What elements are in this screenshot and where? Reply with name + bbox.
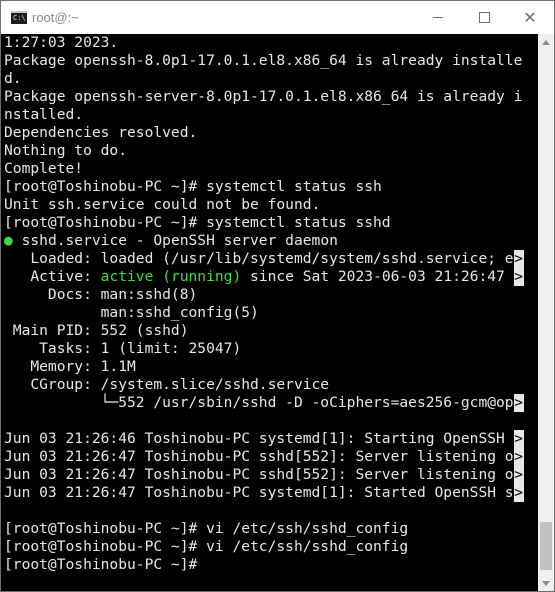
terminal-line: 1:27:03 2023. (4, 34, 119, 51)
loaded-line: Loaded: loaded (/usr/lib/systemd/system/… (4, 250, 514, 267)
process-line: └─552 /usr/sbin/sshd -D -oCiphers=aes256… (4, 394, 514, 411)
terminal-line: └─552 /usr/sbin/sshd -D -oCiphers=aes256… (4, 394, 524, 412)
log-line: Jun 03 21:26:46 Toshinobu-PC systemd[1]:… (4, 430, 514, 447)
terminal-line: man:sshd_config(5) (4, 304, 259, 321)
terminal-line: [root@Toshinobu-PC ~]# vi /etc/ssh/sshd_… (4, 520, 409, 537)
terminal-line: nstalled. (4, 106, 84, 123)
terminal-line: Tasks: 1 (limit: 25047) (4, 340, 242, 357)
truncation-marker: > (513, 268, 524, 286)
scrollbar-thumb[interactable] (540, 522, 552, 570)
terminal-line: Package openssh-8.0p1-17.0.1.el8.x86_64 … (4, 52, 523, 69)
active-status: active (running) (100, 268, 242, 285)
terminal-window: C:\ root@:~ ✕ 1:27:03 2023. Package open… (0, 0, 555, 592)
truncation-marker: > (513, 448, 524, 466)
truncation-marker: > (513, 430, 524, 448)
terminal-line: Jun 03 21:26:46 Toshinobu-PC systemd[1]:… (4, 430, 524, 448)
window-title: root@:~ (32, 10, 79, 25)
vertical-scrollbar[interactable] (538, 34, 554, 591)
active-label: Active: (4, 268, 101, 285)
terminal-line: Main PID: 552 (sshd) (4, 322, 189, 339)
terminal-line: Dependencies resolved. (4, 124, 198, 141)
terminal-line: [root@Toshinobu-PC ~]# systemctl status … (4, 214, 391, 231)
terminal-line: [root@Toshinobu-PC ~]# systemctl status … (4, 178, 382, 195)
truncation-marker: > (513, 484, 524, 502)
log-line: Jun 03 21:26:47 Toshinobu-PC systemd[1]:… (4, 484, 514, 501)
terminal-line: Package openssh-server-8.0p1-17.0.1.el8.… (4, 88, 523, 105)
log-line: Jun 03 21:26:47 Toshinobu-PC sshd[552]: … (4, 466, 514, 483)
terminal-line: Jun 03 21:26:47 Toshinobu-PC sshd[552]: … (4, 466, 524, 484)
truncation-marker: > (513, 250, 524, 268)
terminal-line: Jun 03 21:26:47 Toshinobu-PC systemd[1]:… (4, 484, 524, 502)
terminal-line: Docs: man:sshd(8) (4, 286, 198, 303)
maximize-icon (478, 12, 490, 23)
minimize-button[interactable] (415, 1, 461, 34)
scroll-down-button[interactable] (538, 575, 554, 591)
truncation-marker: > (513, 394, 524, 412)
terminal-line: Loaded: loaded (/usr/lib/systemd/system/… (4, 250, 524, 268)
terminal-line: Nothing to do. (4, 142, 128, 159)
service-heading: sshd.service - OpenSSH server daemon (12, 232, 338, 249)
close-button[interactable]: ✕ (507, 1, 553, 34)
terminal-line: Unit ssh.service could not be found. (4, 196, 321, 213)
terminal-line: CGroup: /system.slice/sshd.service (4, 376, 330, 393)
console-icon-label: C:\ (13, 14, 26, 22)
scroll-down-icon (542, 580, 550, 586)
truncation-marker: > (513, 466, 524, 484)
minimize-icon (433, 17, 443, 18)
scroll-up-button[interactable] (538, 34, 554, 50)
maximize-button[interactable] (461, 1, 507, 34)
terminal-line: Memory: 1.1M (4, 358, 136, 375)
terminal-line: d. (4, 70, 22, 87)
terminal-prompt[interactable]: [root@Toshinobu-PC ~]# (4, 556, 197, 574)
status-bullet-icon: ● (4, 232, 13, 249)
active-since: since Sat 2023-06-03 21:26:47 (241, 268, 514, 285)
terminal-line: Jun 03 21:26:47 Toshinobu-PC sshd[552]: … (4, 448, 524, 466)
terminal-line: Active: active (running) since Sat 2023-… (4, 268, 524, 286)
console-app-icon: C:\ (11, 11, 27, 24)
log-line: Jun 03 21:26:47 Toshinobu-PC sshd[552]: … (4, 448, 514, 465)
terminal-line: [root@Toshinobu-PC ~]# vi /etc/ssh/sshd_… (4, 538, 409, 555)
terminal-line: ● sshd.service - OpenSSH server daemon (4, 232, 338, 250)
scroll-up-icon (542, 39, 550, 45)
terminal-output[interactable]: 1:27:03 2023. Package openssh-8.0p1-17.0… (1, 34, 538, 591)
title-bar[interactable]: C:\ root@:~ ✕ (1, 1, 554, 34)
terminal-line: Complete! (4, 160, 84, 177)
close-icon: ✕ (523, 7, 537, 27)
